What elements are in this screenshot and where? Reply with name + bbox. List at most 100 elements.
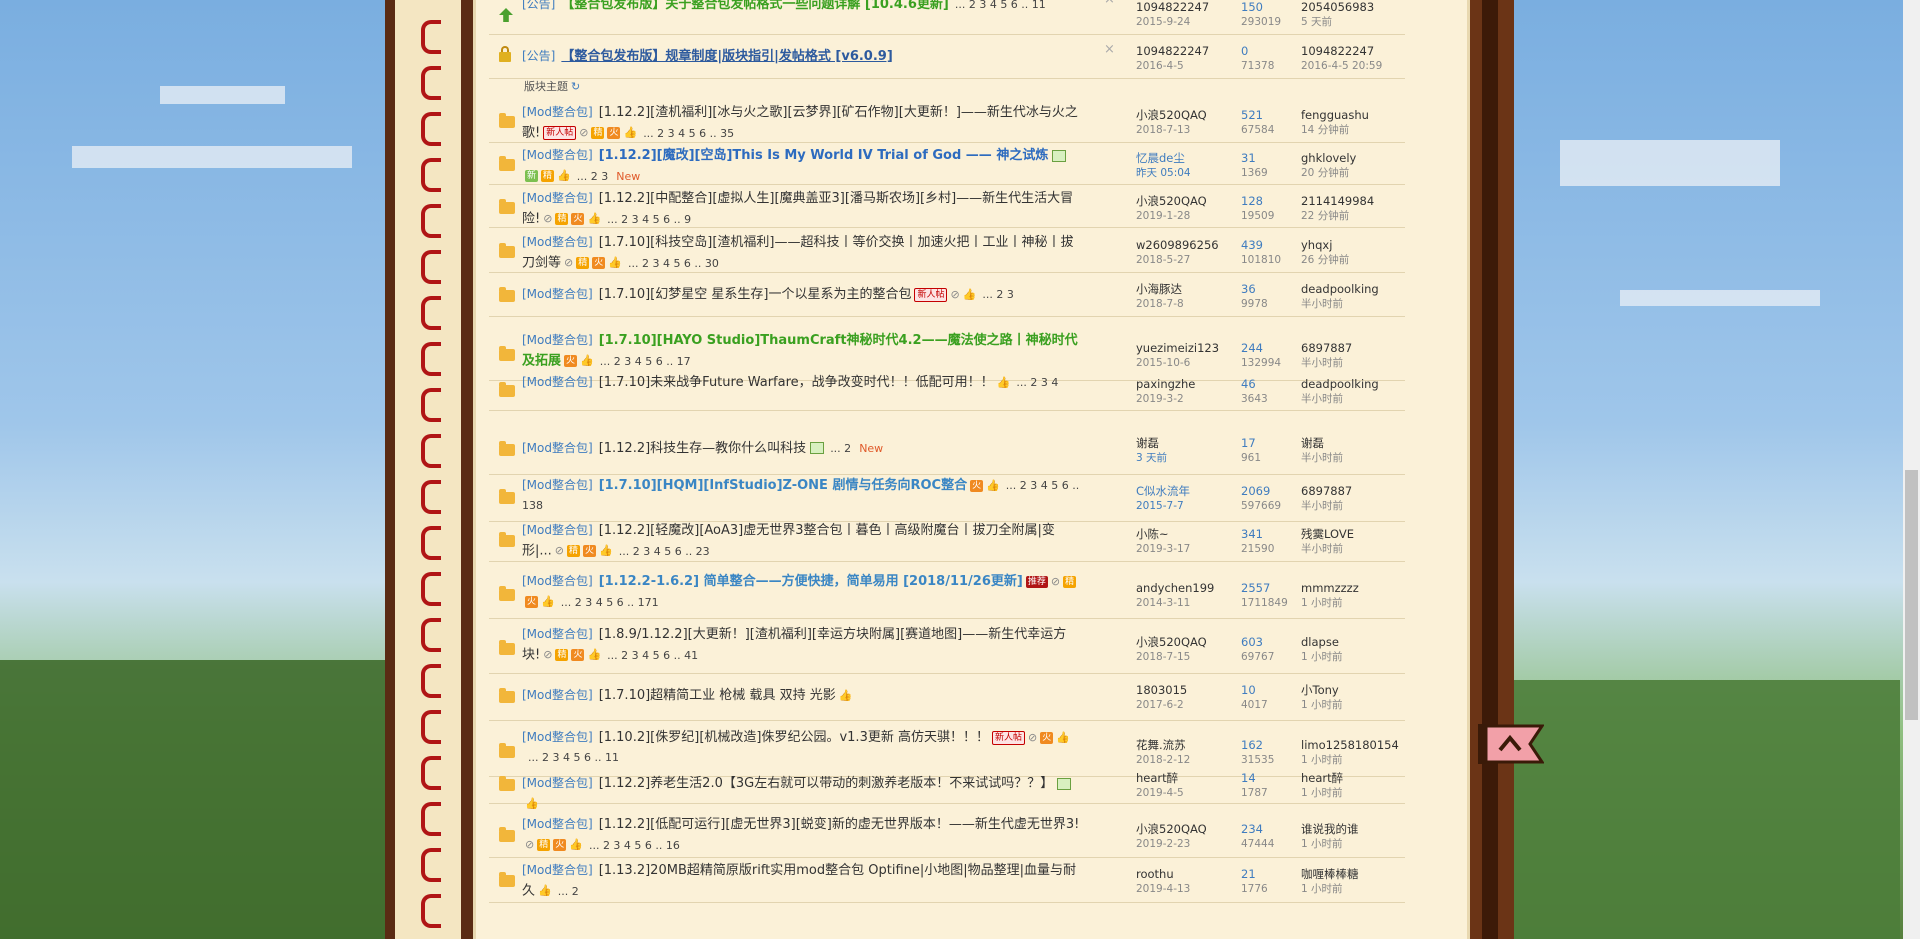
thread-category[interactable]: [Mod整合包]	[522, 148, 593, 162]
last-poster[interactable]: dlapse	[1301, 635, 1339, 649]
author-name[interactable]: andychen199	[1136, 581, 1214, 595]
folder-icon[interactable]	[499, 492, 515, 504]
last-post-time[interactable]: 半小时前	[1301, 452, 1343, 464]
author-name[interactable]: 小陈~	[1136, 527, 1169, 541]
thread-row[interactable]: [Mod整合包] [1.12.2-1.6.2] 简单整合——方便快捷，简单易用 […	[489, 567, 1405, 619]
reply-count[interactable]: 31	[1241, 151, 1256, 165]
author-name[interactable]: 谢磊	[1136, 436, 1159, 450]
last-poster[interactable]: limo1258180154	[1301, 738, 1399, 752]
reply-count[interactable]: 17	[1241, 436, 1256, 450]
thread-category[interactable]: [Mod整合包]	[522, 776, 593, 790]
reply-count[interactable]: 2557	[1241, 581, 1270, 595]
thread-row[interactable]: [公告] 【整合包发布版】规章制度|版块指引|发帖格式 [v6.0.9] × 1094…	[489, 34, 1405, 79]
thread-row[interactable]: [Mod整合包][1.7.10][幻梦星空 星系生存]一个以星系为主的整合包新人…	[489, 272, 1405, 317]
thread-pagination[interactable]: ... 2 3	[577, 170, 608, 183]
reply-count[interactable]: 162	[1241, 738, 1263, 752]
last-poster[interactable]: yhqxj	[1301, 238, 1332, 252]
author-name[interactable]: 花舞.流苏	[1136, 738, 1186, 752]
reply-count[interactable]: 36	[1241, 282, 1256, 296]
thread-pagination[interactable]: ... 2 3 4 5 6 .. 9	[607, 213, 691, 226]
author-name[interactable]: 小浪520QAQ	[1136, 635, 1207, 649]
thread-category[interactable]: [Mod整合包]	[522, 574, 593, 588]
lock-icon[interactable]	[499, 52, 511, 62]
author-name[interactable]: 小浪520QAQ	[1136, 194, 1207, 208]
thread-category[interactable]: [Mod整合包]	[522, 688, 593, 702]
reply-count[interactable]: 150	[1241, 0, 1263, 14]
thread-pagination[interactable]: ... 2 3 4 5 6 .. 11	[955, 0, 1046, 11]
thread-title-link[interactable]: [1.7.10][HQM][InfStudio]Z-ONE 剧情与任务向ROC整…	[599, 478, 967, 493]
thread-title-link[interactable]: [1.7.10]超精简工业 枪械 载具 双持 光影	[599, 688, 836, 703]
reply-count[interactable]: 128	[1241, 194, 1263, 208]
last-poster[interactable]: deadpoolking	[1301, 282, 1379, 296]
thread-category[interactable]: [Mod整合包]	[522, 627, 593, 641]
refresh-icon[interactable]: ↻	[571, 80, 580, 93]
folder-icon[interactable]	[499, 535, 515, 547]
arrow-up-icon[interactable]	[499, 8, 513, 22]
thread-pagination[interactable]: ... 2 3 4 5 6 .. 41	[607, 649, 698, 662]
thread-title-link[interactable]: [1.12.2]科技生存—教你什么叫科技	[599, 441, 807, 456]
last-post-time[interactable]: 1 小时前	[1301, 597, 1343, 609]
thread-category[interactable]: [公告]	[522, 49, 555, 63]
thread-title-link[interactable]: [1.10.2][侏罗纪][机械改造]侏罗纪公园。v1.3更新 高仿天骐！！！	[599, 730, 989, 745]
thread-title-link[interactable]: [1.12.2][中配整合][虚拟人生][魔典盖亚3][潘马斯农场][乡村]——…	[522, 191, 1073, 227]
thread-title-link[interactable]: 【整合包发布版】规章制度|版块指引|发帖格式 [v6.0.9]	[561, 49, 892, 64]
last-post-time[interactable]: 5 天前	[1301, 16, 1332, 28]
thread-category[interactable]: [Mod整合包]	[522, 523, 593, 537]
author-name[interactable]: yuezimeizi123	[1136, 341, 1219, 355]
last-post-time[interactable]: 20 分钟前	[1301, 167, 1349, 179]
author-name[interactable]: paxingzhe	[1136, 377, 1195, 391]
last-post-time[interactable]: 半小时前	[1301, 500, 1343, 512]
pink-flag-icon[interactable]	[1478, 720, 1544, 766]
author-name[interactable]: 1094822247	[1136, 0, 1209, 14]
thread-row[interactable]: [Mod整合包][1.12.2][轻魔改][AoA3]虚无世界3整合包丨暮色丨高…	[489, 516, 1405, 562]
thread-category[interactable]: [Mod整合包]	[522, 730, 593, 744]
reply-count[interactable]: 341	[1241, 527, 1263, 541]
last-post-time[interactable]: 22 分钟前	[1301, 210, 1349, 222]
thread-pagination[interactable]: ... 2	[558, 885, 579, 898]
last-poster[interactable]: 谢磊	[1301, 436, 1324, 450]
thread-row[interactable]: [Mod整合包][1.12.2][魔改][空岛]This Is My World…	[489, 141, 1405, 185]
thread-category[interactable]: [Mod整合包]	[522, 235, 593, 249]
thread-title-link[interactable]: [1.12.2-1.6.2] 简单整合——方便快捷，简单易用 [2018/11/…	[599, 574, 1023, 589]
last-post-time[interactable]: 14 分钟前	[1301, 124, 1349, 136]
last-post-time[interactable]: 1 小时前	[1301, 787, 1343, 799]
thread-pagination[interactable]: ... 2 3 4 5 6 .. 16	[589, 839, 680, 852]
last-post-time[interactable]: 1 小时前	[1301, 838, 1343, 850]
folder-icon[interactable]	[499, 779, 515, 791]
last-post-time[interactable]: 26 分钟前	[1301, 254, 1349, 266]
thread-row[interactable]: [Mod整合包][1.12.2][中配整合][虚拟人生][魔典盖亚3][潘马斯农…	[489, 184, 1405, 228]
reply-count[interactable]: 2069	[1241, 484, 1270, 498]
thread-category[interactable]: [Mod整合包]	[522, 441, 593, 455]
folder-icon[interactable]	[499, 643, 515, 655]
thread-title-link[interactable]: [1.12.2][渣机福利][冰与火之歌][云梦界][矿石作物][大更新！]——…	[522, 105, 1078, 141]
page-scrollbar[interactable]	[1903, 0, 1920, 939]
close-icon[interactable]: ×	[1104, 42, 1115, 57]
folder-icon[interactable]	[499, 385, 515, 397]
last-poster[interactable]: 2054056983	[1301, 0, 1374, 14]
thread-pagination[interactable]: ... 2 3 4 5 6 .. 35	[643, 127, 734, 140]
thread-pagination[interactable]: ... 2	[830, 442, 851, 455]
last-post-time[interactable]: 半小时前	[1301, 298, 1343, 310]
thread-title-link[interactable]: [1.12.2]养老生活2.0【3G左右就可以带动的刺激养老版本！不来试试吗？？…	[599, 776, 1054, 791]
author-name[interactable]: 小浪520QAQ	[1136, 822, 1207, 836]
author-name[interactable]: heart醉	[1136, 771, 1178, 785]
thread-title-link[interactable]: [1.12.2][低配可运行][虚无世界3][蜕变]新的虚无世界版本！——新生代…	[599, 817, 1080, 832]
thread-category[interactable]: [Mod整合包]	[522, 863, 593, 877]
thread-row[interactable]: [Mod整合包][1.12.2][低配可运行][虚无世界3][蜕变]新的虚无世界…	[489, 810, 1405, 858]
thread-pagination[interactable]: ... 2 3 4	[1016, 376, 1058, 389]
thread-pagination[interactable]: ... 2 3 4 5 6 .. 17	[600, 355, 691, 368]
reply-count[interactable]: 0	[1241, 44, 1248, 58]
reply-count[interactable]: 234	[1241, 822, 1263, 836]
folder-icon[interactable]	[499, 875, 515, 887]
last-poster[interactable]: 2114149984	[1301, 194, 1374, 208]
folder-icon[interactable]	[499, 246, 515, 258]
thread-pagination[interactable]: ... 2 3 4 5 6 .. 171	[561, 596, 659, 609]
thread-title-link[interactable]: [1.8.9/1.12.2][大更新！][渣机福利][幸运方块附属][赛道地图]…	[522, 627, 1066, 663]
author-name[interactable]: 1094822247	[1136, 44, 1209, 58]
thread-row[interactable]: [Mod整合包][1.13.2]20MB超精简原版rift实用mod整合包 Op…	[489, 856, 1405, 903]
thread-category[interactable]: [Mod整合包]	[522, 287, 593, 301]
last-poster[interactable]: 残霙LOVE	[1301, 527, 1354, 541]
last-post-time[interactable]: 1 小时前	[1301, 651, 1343, 663]
last-poster[interactable]: 咖喱棒棒糖	[1301, 867, 1359, 881]
reply-count[interactable]: 14	[1241, 771, 1256, 785]
